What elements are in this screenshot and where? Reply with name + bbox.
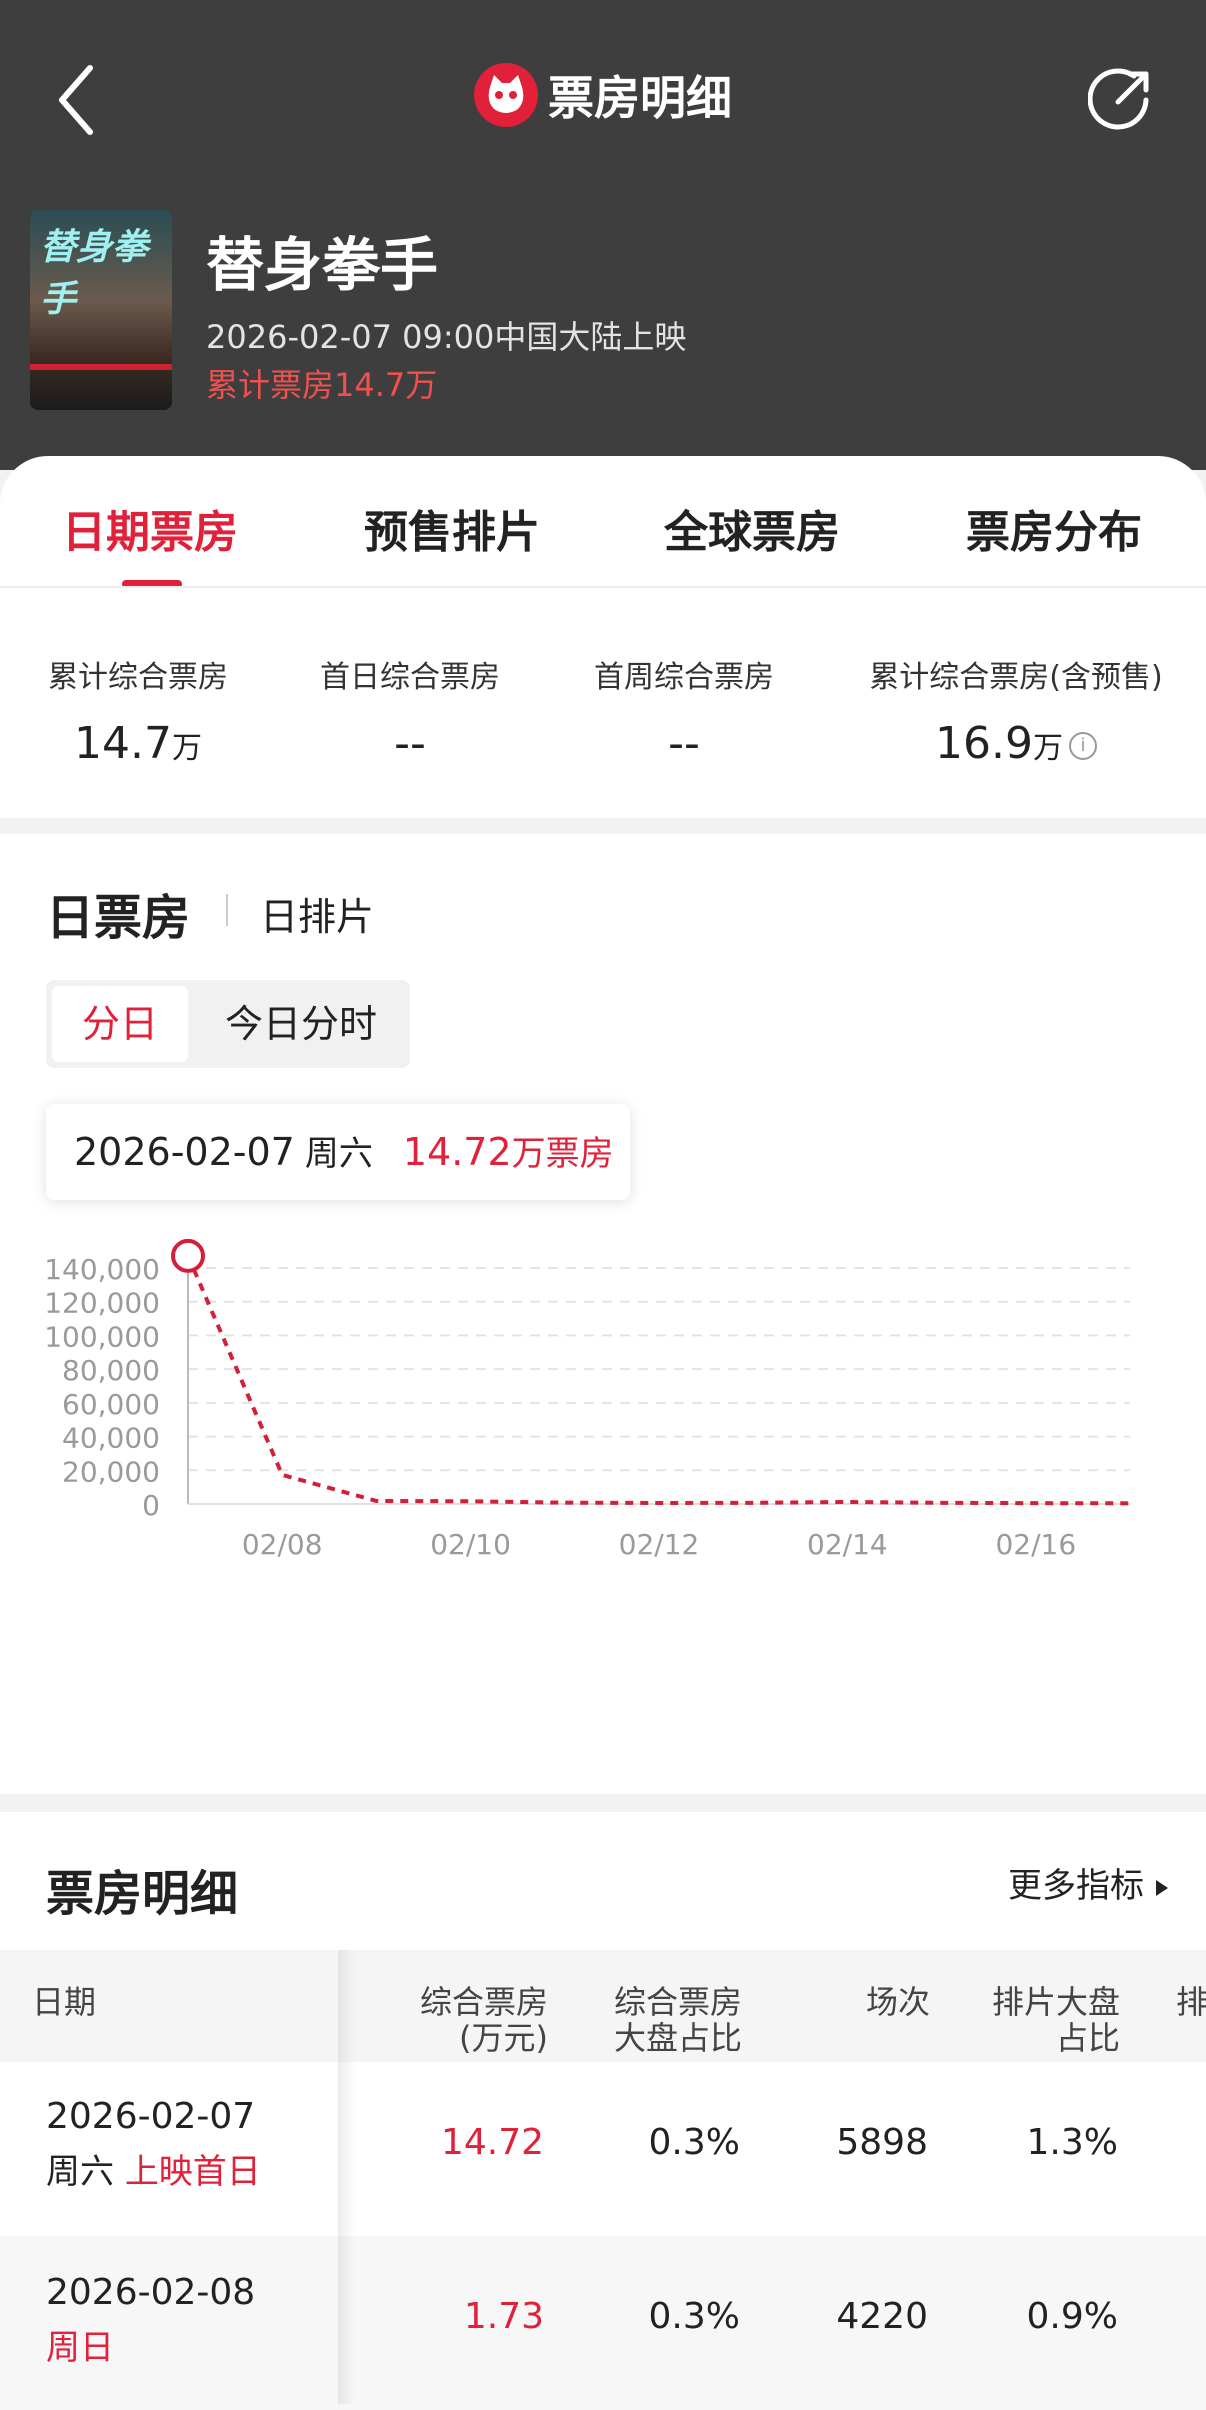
y-tick-label: 60,000 — [62, 1388, 160, 1421]
y-tick-label: 100,000 — [44, 1320, 160, 1353]
poster-title: 替身拳手 — [40, 227, 149, 320]
section-title: 日票房 — [46, 890, 191, 946]
header-date: 日期 — [32, 1983, 97, 2021]
tab-global-box-office[interactable]: 全球票房 — [664, 496, 840, 560]
caret-right-icon — [1156, 1879, 1168, 1896]
y-tick-label: 140,000 — [44, 1253, 160, 1286]
table-row[interactable]: 2026-02-07 周六 上映首日 14.72 0.3% 5898 1.3% — [0, 2062, 1206, 2236]
stat-value: -- — [394, 718, 426, 769]
info-icon[interactable]: i — [1068, 732, 1097, 760]
more-metrics-button[interactable]: 更多指标 — [1008, 1858, 1168, 1907]
row-weekday: 周六 上映首日 — [46, 2152, 261, 2192]
row-weekday: 周日 — [46, 2328, 114, 2368]
movie-title: 替身拳手 — [206, 231, 439, 299]
tooltip-unit: 万票房 — [511, 1134, 614, 1174]
x-tick-label: 02/14 — [807, 1528, 888, 1561]
frozen-column-shadow — [338, 1950, 356, 2404]
poster-ring-rope — [30, 364, 172, 370]
table-row[interactable]: 2026-02-08 周日 1.73 0.3% 4220 0.9% — [0, 2236, 1206, 2410]
stat-first-week: 首周综合票房 -- — [584, 652, 784, 769]
row-box-office: 1.73 — [463, 2296, 544, 2337]
row-share: 0.3% — [648, 2296, 740, 2337]
tab-presale-schedule[interactable]: 预售排片 — [364, 496, 540, 560]
row-share: 0.3% — [648, 2122, 740, 2163]
share-icon[interactable] — [1088, 66, 1154, 132]
maoyan-cat-logo-icon — [474, 63, 538, 127]
summary-card: 日期票房 预售排片 全球票房 票房分布 累计综合票房 14.7万 首日综合票房 … — [0, 456, 1206, 818]
row-shows: 5898 — [836, 2122, 928, 2163]
stat-first-day: 首日综合票房 -- — [310, 652, 510, 769]
daily-schedule-link[interactable]: 日排片 — [260, 886, 374, 941]
row-date: 2026-02-08 — [46, 2272, 256, 2313]
header-extra: 排 — [1176, 1983, 1206, 2021]
divider — [226, 894, 228, 926]
x-tick-label: 02/16 — [995, 1528, 1076, 1561]
daily-box-office-line-chart[interactable]: 020,00040,00060,00080,000100,000120,0001… — [0, 1194, 1206, 1584]
premiere-tag: 上映首日 — [124, 2152, 261, 2192]
header-shows: 场次 — [865, 1983, 930, 2021]
tab-date-box-office[interactable]: 日期票房 — [62, 496, 238, 560]
segment-by-day[interactable]: 分日 — [52, 986, 188, 1062]
cumulative-box-office: 累计票房14.7万 — [206, 366, 438, 404]
header: 票房明细 替身拳手 替身拳手 2026-02-07 09:00中国大陆上映 累计… — [0, 0, 1206, 470]
row-shows: 4220 — [836, 2296, 928, 2337]
release-info: 2026-02-07 09:00中国大陆上映 — [206, 318, 687, 356]
nav-title: 票房明细 — [0, 62, 1206, 132]
y-tick-label: 120,000 — [44, 1287, 160, 1320]
row-box-office: 14.72 — [440, 2122, 544, 2163]
segment-today-hourly[interactable]: 今日分时 — [198, 986, 404, 1062]
x-tick-label: 02/12 — [619, 1528, 700, 1561]
header-box-office: 综合票房 (万元) — [419, 1983, 548, 2057]
row-date: 2026-02-07 — [46, 2096, 256, 2137]
y-tick-label: 0 — [142, 1489, 160, 1522]
chart-tooltip: 2026-02-07 周六 14.72万票房 — [46, 1104, 630, 1200]
stat-value: 16.9万 i — [866, 718, 1166, 769]
tab-bar: 日期票房 预售排片 全球票房 票房分布 — [0, 456, 1206, 588]
page-title: 票房明细 — [548, 71, 732, 125]
section-title: 票房明细 — [46, 1866, 239, 1922]
stat-label: 首日综合票房 — [320, 660, 500, 695]
y-tick-label: 80,000 — [62, 1354, 160, 1387]
series-line — [186, 1255, 1131, 1506]
stat-cumulative-with-presale: 累计综合票房(含预售) 16.9万 i — [866, 652, 1166, 769]
tooltip-date: 2026-02-07 — [74, 1130, 295, 1174]
row-show-share: 1.3% — [1026, 2122, 1118, 2163]
view-segmented-control: 分日 今日分时 — [46, 980, 410, 1068]
stat-value: -- — [668, 718, 700, 769]
tab-box-office-distribution[interactable]: 票房分布 — [966, 496, 1142, 560]
stat-label: 累计综合票房 — [48, 660, 228, 695]
movie-poster[interactable]: 替身拳手 — [30, 210, 172, 410]
tooltip-weekday: 周六 — [304, 1134, 373, 1174]
header-share: 综合票房 大盘占比 — [613, 1983, 742, 2057]
y-tick-label: 40,000 — [62, 1422, 160, 1455]
header-show-share: 排片大盘 占比 — [991, 1983, 1120, 2057]
stat-label: 首周综合票房 — [594, 660, 774, 695]
stat-value: 14.7万 — [74, 718, 202, 769]
daily-box-office-card: 日票房 日排片 分日 今日分时 0 20,000 40,000 60,000 80,00… — [0, 834, 1206, 1794]
y-tick-label: 20,000 — [62, 1455, 160, 1488]
stat-label: 累计综合票房(含预售) — [869, 660, 1163, 695]
row-show-share: 0.9% — [1026, 2296, 1118, 2337]
tooltip-value: 14.72 — [402, 1130, 512, 1174]
box-office-detail-card: 票房明细 更多指标 日期 综合票房 (万元) 综合票房 大盘占比 场次 排片大盘 占比… — [0, 1812, 1206, 2410]
table-header: 日期 综合票房 (万元) 综合票房 大盘占比 场次 排片大盘 占比 排 — [0, 1950, 1206, 2062]
highlight-point — [171, 1238, 205, 1273]
divider — [0, 586, 1206, 588]
x-tick-label: 02/08 — [242, 1528, 323, 1561]
x-tick-label: 02/10 — [430, 1528, 511, 1561]
stat-cumulative: 累计综合票房 14.7万 — [38, 652, 238, 769]
